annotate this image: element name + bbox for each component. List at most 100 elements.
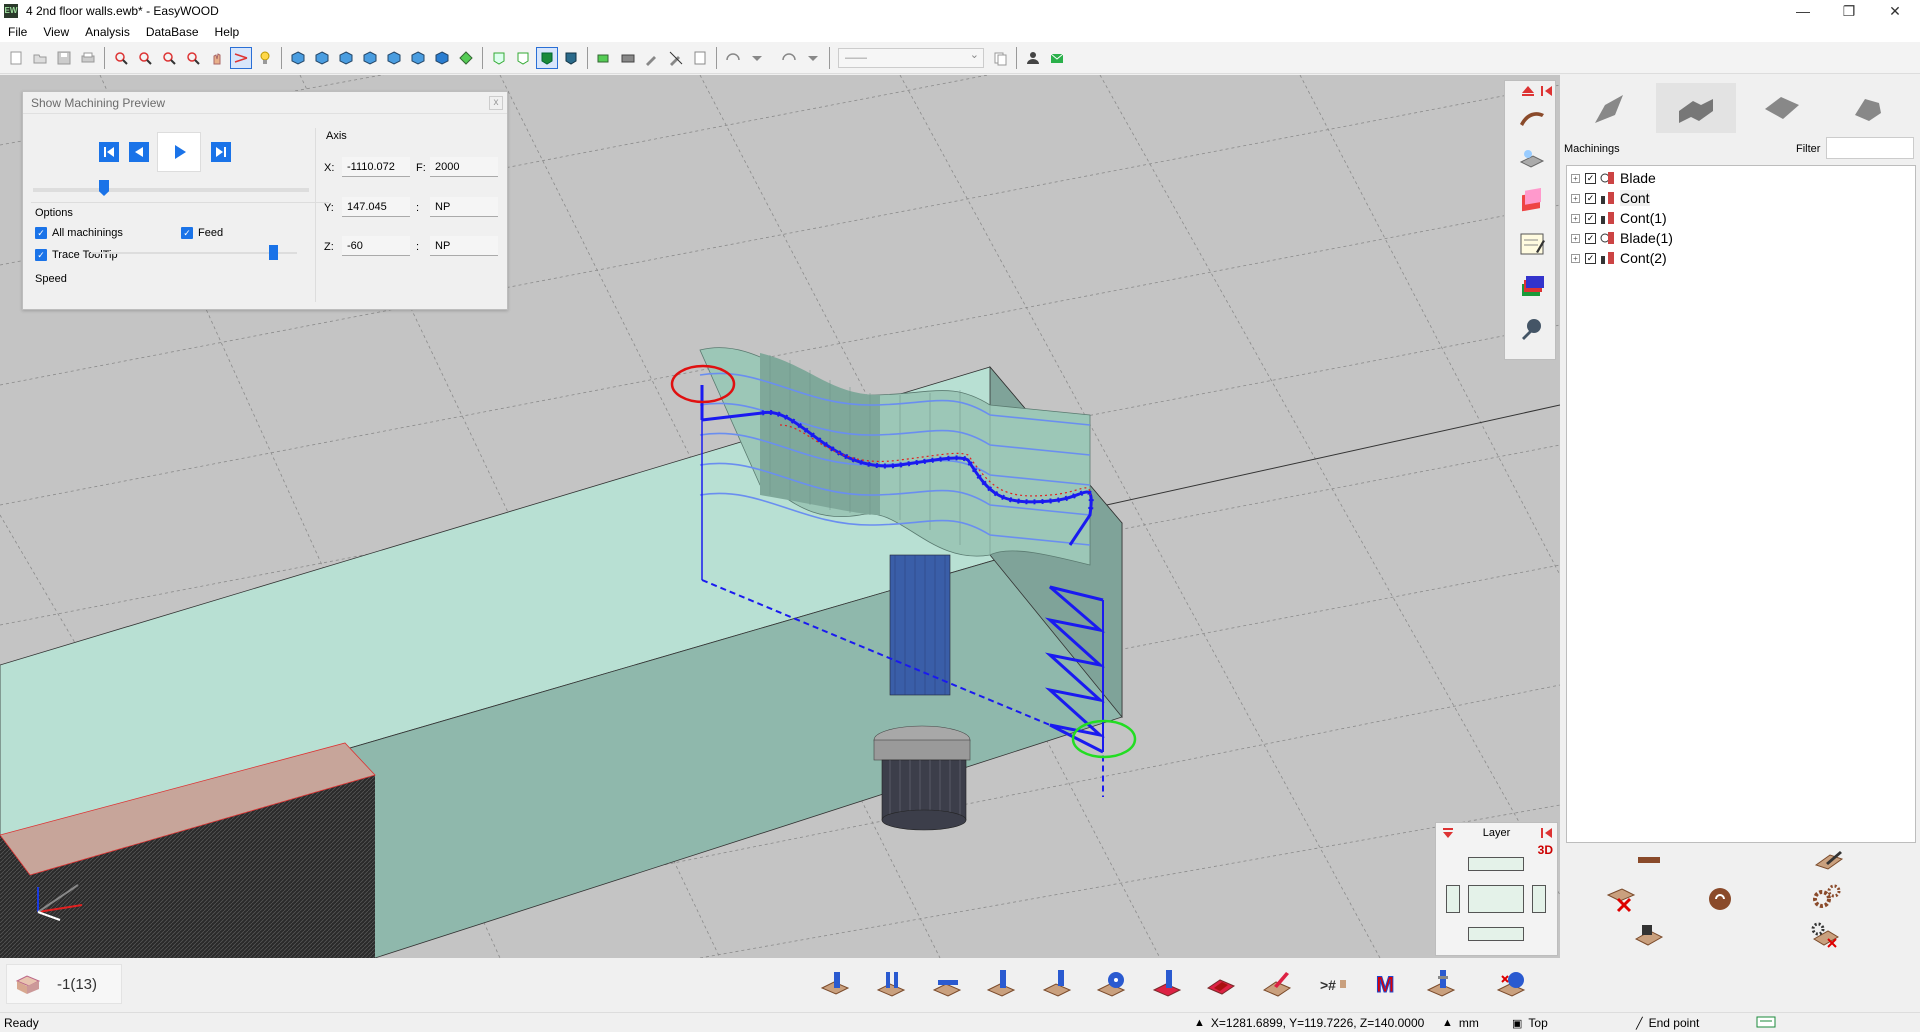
filter-input[interactable] xyxy=(1826,137,1914,159)
light-bulb-icon[interactable] xyxy=(255,48,275,68)
shading-solid-icon[interactable] xyxy=(536,46,558,69)
all-machinings-checkbox[interactable]: ✓ All machinings xyxy=(35,227,123,239)
shading-hidden-icon[interactable] xyxy=(513,48,533,68)
tree-item-blade[interactable]: + ✓ Blade xyxy=(1571,168,1656,188)
drill-angle-button[interactable] xyxy=(1040,968,1076,1000)
view-bottom-icon[interactable] xyxy=(432,48,452,68)
expand-icon[interactable]: + xyxy=(1571,213,1580,223)
piece-icon[interactable] xyxy=(594,48,614,68)
zoom-extents-icon[interactable] xyxy=(183,48,203,68)
eject-icon[interactable] xyxy=(1521,85,1535,97)
drill-multi-button[interactable] xyxy=(874,968,910,1000)
chevron-down-icon[interactable] xyxy=(803,48,823,68)
m-code-button[interactable]: M xyxy=(1370,968,1406,1000)
edit-machining-button[interactable] xyxy=(1814,849,1844,873)
view-front-icon[interactable] xyxy=(312,48,332,68)
pin-icon[interactable] xyxy=(1517,313,1547,343)
trace-tooltip-checkbox[interactable]: ✓ Trace ToolTip xyxy=(35,249,118,261)
layer-3d-toggle[interactable]: 3D xyxy=(1538,843,1553,857)
menu-view[interactable]: View xyxy=(35,22,77,42)
notes-icon[interactable] xyxy=(1517,229,1547,259)
tree-item-cont[interactable]: + ✓ Cont xyxy=(1571,188,1650,208)
tool-off-icon[interactable] xyxy=(666,48,686,68)
tree-checkbox[interactable]: ✓ xyxy=(1585,192,1596,204)
save-icon[interactable] xyxy=(54,48,74,68)
layer-top-face[interactable] xyxy=(1468,857,1524,871)
play-button[interactable] xyxy=(157,132,201,172)
preview-slider-thumb[interactable] xyxy=(99,180,109,196)
expand-icon[interactable]: + xyxy=(1571,193,1580,203)
tool-change-button[interactable] xyxy=(1424,968,1460,1000)
minimize-button[interactable]: — xyxy=(1780,0,1826,22)
drill-horizontal-button[interactable] xyxy=(930,968,966,1000)
zoom-in-icon[interactable] xyxy=(135,48,155,68)
status-unit[interactable]: ▲ mm xyxy=(1442,1016,1479,1030)
status-view[interactable]: ▣ Top xyxy=(1512,1016,1548,1030)
menu-database[interactable]: DataBase xyxy=(138,22,207,42)
menu-file[interactable]: File xyxy=(0,22,35,42)
undo-arc-icon[interactable] xyxy=(723,48,743,68)
pocket-button[interactable] xyxy=(1204,968,1240,1000)
refresh-button[interactable] xyxy=(1706,885,1734,913)
close-button[interactable]: ✕ xyxy=(1872,0,1918,22)
feed-checkbox[interactable]: ✓ Feed xyxy=(181,227,223,239)
blade-tool-icon[interactable] xyxy=(1517,103,1547,133)
report-icon[interactable] xyxy=(690,48,710,68)
tab-contour[interactable] xyxy=(1828,83,1908,133)
machining-counter[interactable]: -1(13) xyxy=(6,964,122,1004)
drill-side-button[interactable] xyxy=(984,968,1020,1000)
go-to-start-button[interactable] xyxy=(97,140,121,164)
menu-help[interactable]: Help xyxy=(207,22,248,42)
tool-icon[interactable] xyxy=(642,48,662,68)
expand-icon[interactable]: + xyxy=(1571,233,1580,243)
layer-right-face[interactable] xyxy=(1532,885,1546,913)
drill-vertical-button[interactable] xyxy=(818,968,854,1000)
tab-machining[interactable] xyxy=(1656,83,1736,133)
speed-slider[interactable] xyxy=(91,245,297,260)
machine-icon[interactable] xyxy=(618,48,638,68)
maximize-button[interactable]: ❐ xyxy=(1826,0,1872,22)
tree-checkbox[interactable]: ✓ xyxy=(1585,212,1596,224)
layer-left-face[interactable] xyxy=(1446,885,1460,913)
measure-icon[interactable] xyxy=(230,46,252,69)
view-iso-icon[interactable] xyxy=(288,48,308,68)
tree-item-cont-1[interactable]: + ✓ Cont(1) xyxy=(1571,208,1667,228)
zoom-out-icon[interactable] xyxy=(159,48,179,68)
print-icon[interactable] xyxy=(78,48,98,68)
view-back-icon[interactable] xyxy=(336,48,356,68)
layer-front-face[interactable] xyxy=(1468,885,1524,913)
open-file-icon[interactable] xyxy=(30,48,50,68)
tree-checkbox[interactable]: ✓ xyxy=(1585,252,1596,264)
tree-item-blade-1[interactable]: + ✓ Blade(1) xyxy=(1571,228,1673,248)
collapse-left-icon[interactable] xyxy=(1541,827,1553,839)
redo-arc-icon[interactable] xyxy=(779,48,799,68)
collapse-left-icon[interactable] xyxy=(1541,85,1553,97)
expand-icon[interactable]: + xyxy=(1571,253,1580,263)
tree-checkbox[interactable]: ✓ xyxy=(1585,232,1596,244)
pick-machining-button[interactable] xyxy=(1634,921,1664,951)
remove-button[interactable] xyxy=(1636,853,1662,867)
layer-bottom-face[interactable] xyxy=(1468,927,1524,941)
settings-button[interactable] xyxy=(1810,883,1842,913)
material-icon[interactable] xyxy=(1517,187,1547,217)
shading-transparent-icon[interactable] xyxy=(561,48,581,68)
copy-icon[interactable] xyxy=(990,48,1010,68)
user-icon[interactable] xyxy=(1023,48,1043,68)
layers-icon[interactable] xyxy=(1517,271,1547,301)
mill-button[interactable] xyxy=(1150,968,1186,1000)
chevron-down-icon[interactable] xyxy=(747,48,767,68)
go-to-end-button[interactable] xyxy=(209,140,233,164)
new-file-icon[interactable] xyxy=(6,48,26,68)
view-left-icon[interactable] xyxy=(360,48,380,68)
status-snap[interactable]: ╱ End point xyxy=(1636,1016,1699,1030)
zoom-window-icon[interactable] xyxy=(111,48,131,68)
view-right-icon[interactable] xyxy=(384,48,404,68)
dialog-close-button[interactable]: x xyxy=(489,96,503,110)
add-machining-op-button[interactable] xyxy=(1494,968,1530,1000)
tab-pocket[interactable] xyxy=(1742,83,1822,133)
mail-icon[interactable] xyxy=(1047,48,1067,68)
view-top-icon[interactable] xyxy=(408,48,428,68)
status-keyboard[interactable] xyxy=(1756,1016,1776,1028)
shading-wire-icon[interactable] xyxy=(489,48,509,68)
tool-settings-button[interactable] xyxy=(1808,921,1840,951)
